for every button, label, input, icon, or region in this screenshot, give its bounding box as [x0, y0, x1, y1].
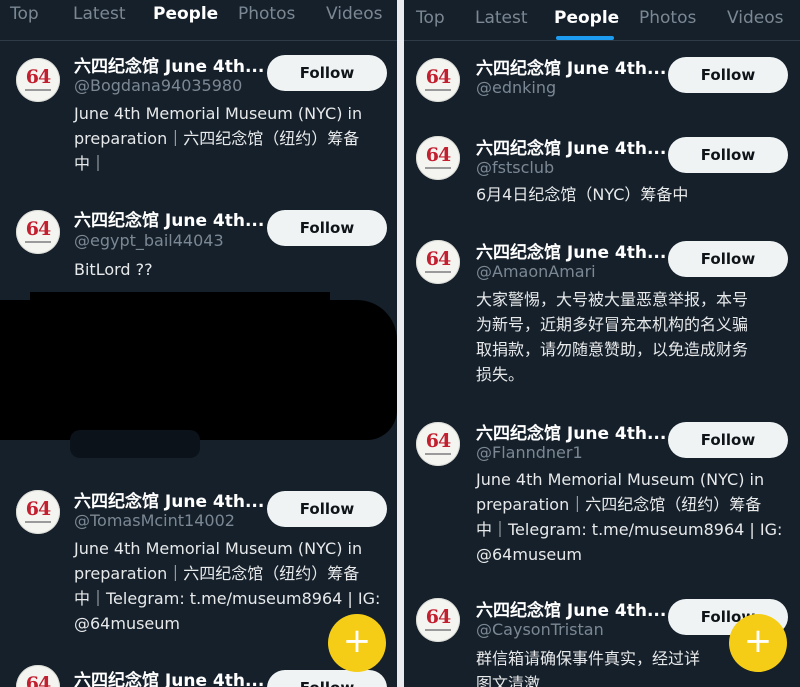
avatar[interactable]: 64	[16, 58, 60, 102]
avatar[interactable]: 64	[16, 665, 60, 687]
logo-caption-line	[425, 453, 451, 455]
logo-caption-line	[425, 271, 451, 273]
museum-logo-icon: 64	[25, 673, 51, 687]
user-handle[interactable]: @ednking	[476, 78, 556, 97]
logo-caption-line	[425, 89, 451, 91]
redaction-block	[30, 292, 330, 312]
tab-latest[interactable]: Latest	[73, 4, 126, 24]
logo-caption-line	[25, 241, 51, 243]
user-display-name[interactable]: 六四纪念馆 June 4th...	[476, 238, 666, 263]
user-handle[interactable]: @AmaonAmari	[476, 262, 596, 281]
user-display-name[interactable]: 六四纪念馆 June 4th...	[74, 206, 264, 231]
user-handle[interactable]: @Bogdana94035980	[74, 76, 242, 95]
museum-logo-icon: 64	[425, 144, 451, 166]
user-display-name[interactable]: 六四纪念馆 June 4th...	[476, 419, 666, 444]
follow-button[interactable]: Follow	[267, 491, 387, 527]
user-handle[interactable]: @Flanndner1	[476, 443, 583, 462]
user-handle[interactable]: @fstsclub	[476, 158, 554, 177]
tab-latest[interactable]: Latest	[475, 8, 528, 28]
avatar[interactable]: 64	[416, 58, 460, 102]
logo-caption-line	[425, 167, 451, 169]
follow-button[interactable]: Follow	[267, 670, 387, 687]
museum-logo-icon: 64	[25, 218, 51, 240]
avatar[interactable]: 64	[416, 240, 460, 284]
user-display-name[interactable]: 六四纪念馆 June 4th...	[74, 487, 264, 512]
user-bio: June 4th Memorial Museum (NYC) in prepar…	[476, 470, 783, 564]
follow-button[interactable]: Follow	[668, 137, 788, 173]
tab-videos[interactable]: Videos	[727, 8, 784, 28]
user-handle[interactable]: @egypt_bail44043	[74, 231, 224, 250]
user-bio: June 4th Memorial Museum (NYC) in prepar…	[74, 104, 363, 173]
user-display-name[interactable]: 六四纪念馆 June 4th...	[476, 134, 666, 159]
user-display-name[interactable]: 六四纪念馆 June 4th...	[74, 52, 264, 77]
user-bio: 6月4日纪念馆（NYC）筹备中	[476, 185, 689, 204]
avatar[interactable]: 64	[416, 136, 460, 180]
plus-icon: +	[743, 621, 773, 661]
follow-button[interactable]: Follow	[668, 422, 788, 458]
museum-logo-icon: 64	[25, 498, 51, 520]
redaction-block	[70, 430, 200, 458]
active-tab-indicator	[556, 36, 614, 40]
user-handle[interactable]: @CaysonTristan	[476, 620, 604, 639]
museum-logo-icon: 64	[425, 606, 451, 628]
tab-top[interactable]: Top	[416, 8, 445, 28]
museum-logo-icon: 64	[425, 248, 451, 270]
tab-videos[interactable]: Videos	[326, 4, 383, 24]
plus-icon: +	[342, 621, 372, 661]
follow-button[interactable]: Follow	[668, 57, 788, 93]
search-tabs: Top Latest People Photos Videos	[0, 0, 397, 41]
avatar[interactable]: 64	[416, 598, 460, 642]
avatar[interactable]: 64	[16, 210, 60, 254]
user-display-name[interactable]: 六四纪念馆 June 4th...	[476, 596, 666, 621]
right-screenshot: Top Latest People Photos Videos 64 六四纪念馆…	[404, 0, 800, 687]
museum-logo-icon: 64	[25, 66, 51, 88]
user-display-name[interactable]: 六四纪念馆 June 4th...	[74, 666, 264, 687]
logo-caption-line	[25, 521, 51, 523]
user-bio: 大家警惕，大号被大量恶意举报，本号 为新号，近期多好冒充本机构的名义骗 取捐款，…	[476, 290, 749, 384]
user-display-name[interactable]: 六四纪念馆 June 4th...	[476, 54, 666, 79]
left-screenshot: Top Latest People Photos Videos 64 六四纪念馆…	[0, 0, 397, 687]
user-bio: BitLord ??	[74, 260, 153, 279]
museum-logo-icon: 64	[425, 66, 451, 88]
follow-button[interactable]: Follow	[267, 55, 387, 91]
tab-people[interactable]: People	[554, 8, 619, 28]
tab-people[interactable]: People	[153, 4, 218, 24]
follow-button[interactable]: Follow	[668, 241, 788, 277]
follow-button[interactable]: Follow	[267, 210, 387, 246]
tab-photos[interactable]: Photos	[238, 4, 295, 24]
avatar[interactable]: 64	[16, 490, 60, 534]
compose-button[interactable]: +	[729, 614, 787, 672]
tab-photos[interactable]: Photos	[639, 8, 696, 28]
avatar[interactable]: 64	[416, 422, 460, 466]
search-tabs: Top Latest People Photos Videos	[404, 0, 800, 41]
museum-logo-icon: 64	[425, 430, 451, 452]
logo-caption-line	[25, 89, 51, 91]
tab-top[interactable]: Top	[10, 4, 39, 24]
compose-button[interactable]: +	[328, 614, 386, 672]
redaction-block	[0, 300, 397, 440]
logo-caption-line	[425, 629, 451, 631]
user-handle[interactable]: @TomasMcint14002	[74, 511, 235, 530]
